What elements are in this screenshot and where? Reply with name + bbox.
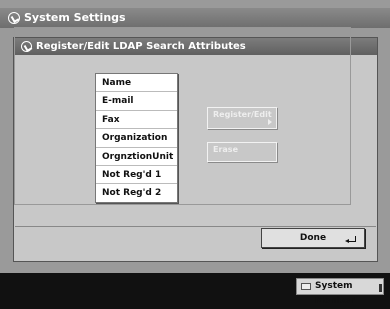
arrow-right-icon bbox=[268, 119, 272, 125]
list-item-not-registered-1[interactable]: Not Reg'd 1 bbox=[96, 166, 177, 185]
list-item-name[interactable]: Name bbox=[96, 74, 177, 93]
register-edit-button[interactable]: Register/Edit bbox=[207, 107, 277, 129]
list-item-organization-unit[interactable]: OrgnztionUnit bbox=[96, 148, 177, 166]
dialog-content bbox=[15, 56, 376, 227]
list-item-email[interactable]: E-mail bbox=[96, 92, 177, 111]
erase-button[interactable]: Erase bbox=[207, 142, 277, 162]
list-item-not-registered-2[interactable]: Not Reg'd 2 bbox=[96, 184, 177, 202]
system-monitor-label: System Monitor bbox=[315, 281, 355, 306]
scroll-marker bbox=[379, 284, 382, 292]
settings-icon bbox=[21, 41, 32, 52]
attribute-list: Name E-mail Fax Organization OrgnztionUn… bbox=[95, 73, 178, 203]
list-item-organization[interactable]: Organization bbox=[96, 129, 177, 148]
window-title: System Settings bbox=[24, 11, 126, 24]
register-edit-label: Register/Edit bbox=[213, 110, 272, 119]
erase-label: Erase bbox=[213, 145, 238, 154]
settings-icon bbox=[8, 12, 20, 24]
dialog-header: Register/Edit LDAP Search Attributes bbox=[14, 38, 377, 55]
system-monitor-button[interactable]: System Monitor bbox=[296, 278, 384, 306]
window-title-bar: System Settings bbox=[0, 8, 390, 28]
dialog-title: Register/Edit LDAP Search Attributes bbox=[36, 41, 246, 52]
screen: System Settings Register/Edit LDAP Searc… bbox=[0, 0, 390, 273]
done-label: Done bbox=[299, 233, 327, 243]
enter-icon bbox=[345, 236, 356, 243]
monitor-icon bbox=[301, 283, 311, 290]
list-item-fax[interactable]: Fax bbox=[96, 111, 177, 130]
done-button[interactable]: Done bbox=[261, 228, 365, 248]
